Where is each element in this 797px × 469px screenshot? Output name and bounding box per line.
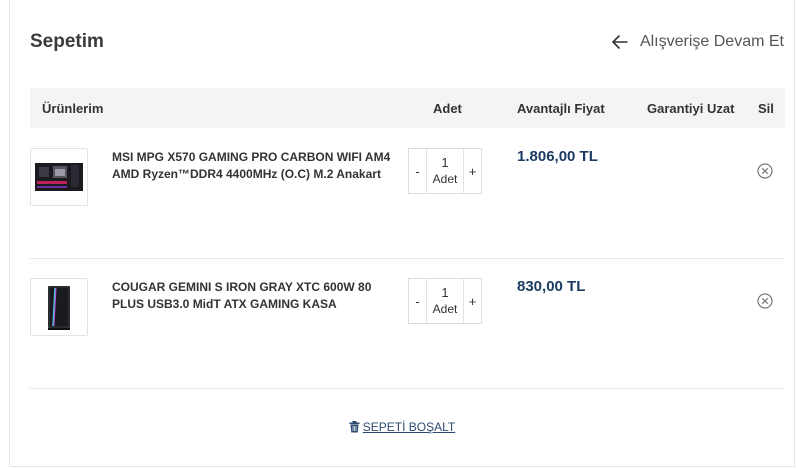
cart-table-header: Ürünlerim Adet Avantajlı Fiyat Garantiyi… bbox=[30, 88, 785, 128]
cart-item: MSI MPG X570 GAMING PRO CARBON WIFI AM4 … bbox=[30, 128, 785, 259]
quantity-value: 1 bbox=[441, 155, 449, 170]
quantity-value-box[interactable]: 1 Adet bbox=[426, 279, 464, 323]
increase-quantity-button[interactable]: + bbox=[464, 279, 481, 323]
cart-panel: Sepetim Alışverişe Devam Et Ürünlerim Ad… bbox=[9, 0, 795, 467]
item-price: 830,00 TL bbox=[517, 278, 586, 295]
quantity-stepper: - 1 Adet + bbox=[408, 148, 482, 194]
col-price: Avantajlı Fiyat bbox=[517, 101, 605, 116]
empty-cart-button[interactable]: SEPETİ BOŞALT bbox=[349, 420, 455, 434]
col-delete: Sil bbox=[758, 101, 774, 116]
continue-shopping-label: Alışverişe Devam Et bbox=[639, 33, 784, 50]
decrease-quantity-button[interactable]: - bbox=[409, 279, 426, 323]
cart-item: COUGAR GEMINI S IRON GRAY XTC 600W 80 PL… bbox=[30, 258, 785, 389]
product-name[interactable]: COUGAR GEMINI S IRON GRAY XTC 600W 80 PL… bbox=[112, 279, 402, 313]
product-image-motherboard[interactable] bbox=[30, 148, 88, 206]
circle-x-icon bbox=[757, 293, 773, 309]
empty-cart-area: SEPETİ BOŞALT bbox=[10, 420, 794, 436]
col-products: Ürünlerim bbox=[42, 101, 104, 116]
quantity-unit: Adet bbox=[432, 302, 458, 316]
increase-quantity-button[interactable]: + bbox=[464, 149, 481, 193]
empty-cart-label: SEPETİ BOŞALT bbox=[362, 420, 456, 434]
quantity-stepper: - 1 Adet + bbox=[408, 278, 482, 324]
quantity-value-box[interactable]: 1 Adet bbox=[426, 149, 464, 193]
col-quantity: Adet bbox=[433, 101, 462, 116]
page-title: Sepetim bbox=[30, 31, 104, 52]
decrease-quantity-button[interactable]: - bbox=[409, 149, 426, 193]
product-name[interactable]: MSI MPG X570 GAMING PRO CARBON WIFI AM4 … bbox=[112, 149, 402, 183]
trash-icon bbox=[349, 421, 360, 433]
continue-shopping-link[interactable]: Alışverişe Devam Et bbox=[612, 33, 784, 51]
quantity-unit: Adet bbox=[432, 172, 458, 186]
product-image-case[interactable] bbox=[30, 278, 88, 336]
remove-item-button[interactable] bbox=[757, 163, 773, 179]
quantity-value: 1 bbox=[441, 285, 449, 300]
item-price: 1.806,00 TL bbox=[517, 148, 598, 165]
circle-x-icon bbox=[757, 163, 773, 179]
remove-item-button[interactable] bbox=[757, 293, 773, 309]
arrow-left-icon bbox=[612, 35, 628, 49]
col-warranty: Garantiyi Uzat bbox=[647, 101, 735, 116]
